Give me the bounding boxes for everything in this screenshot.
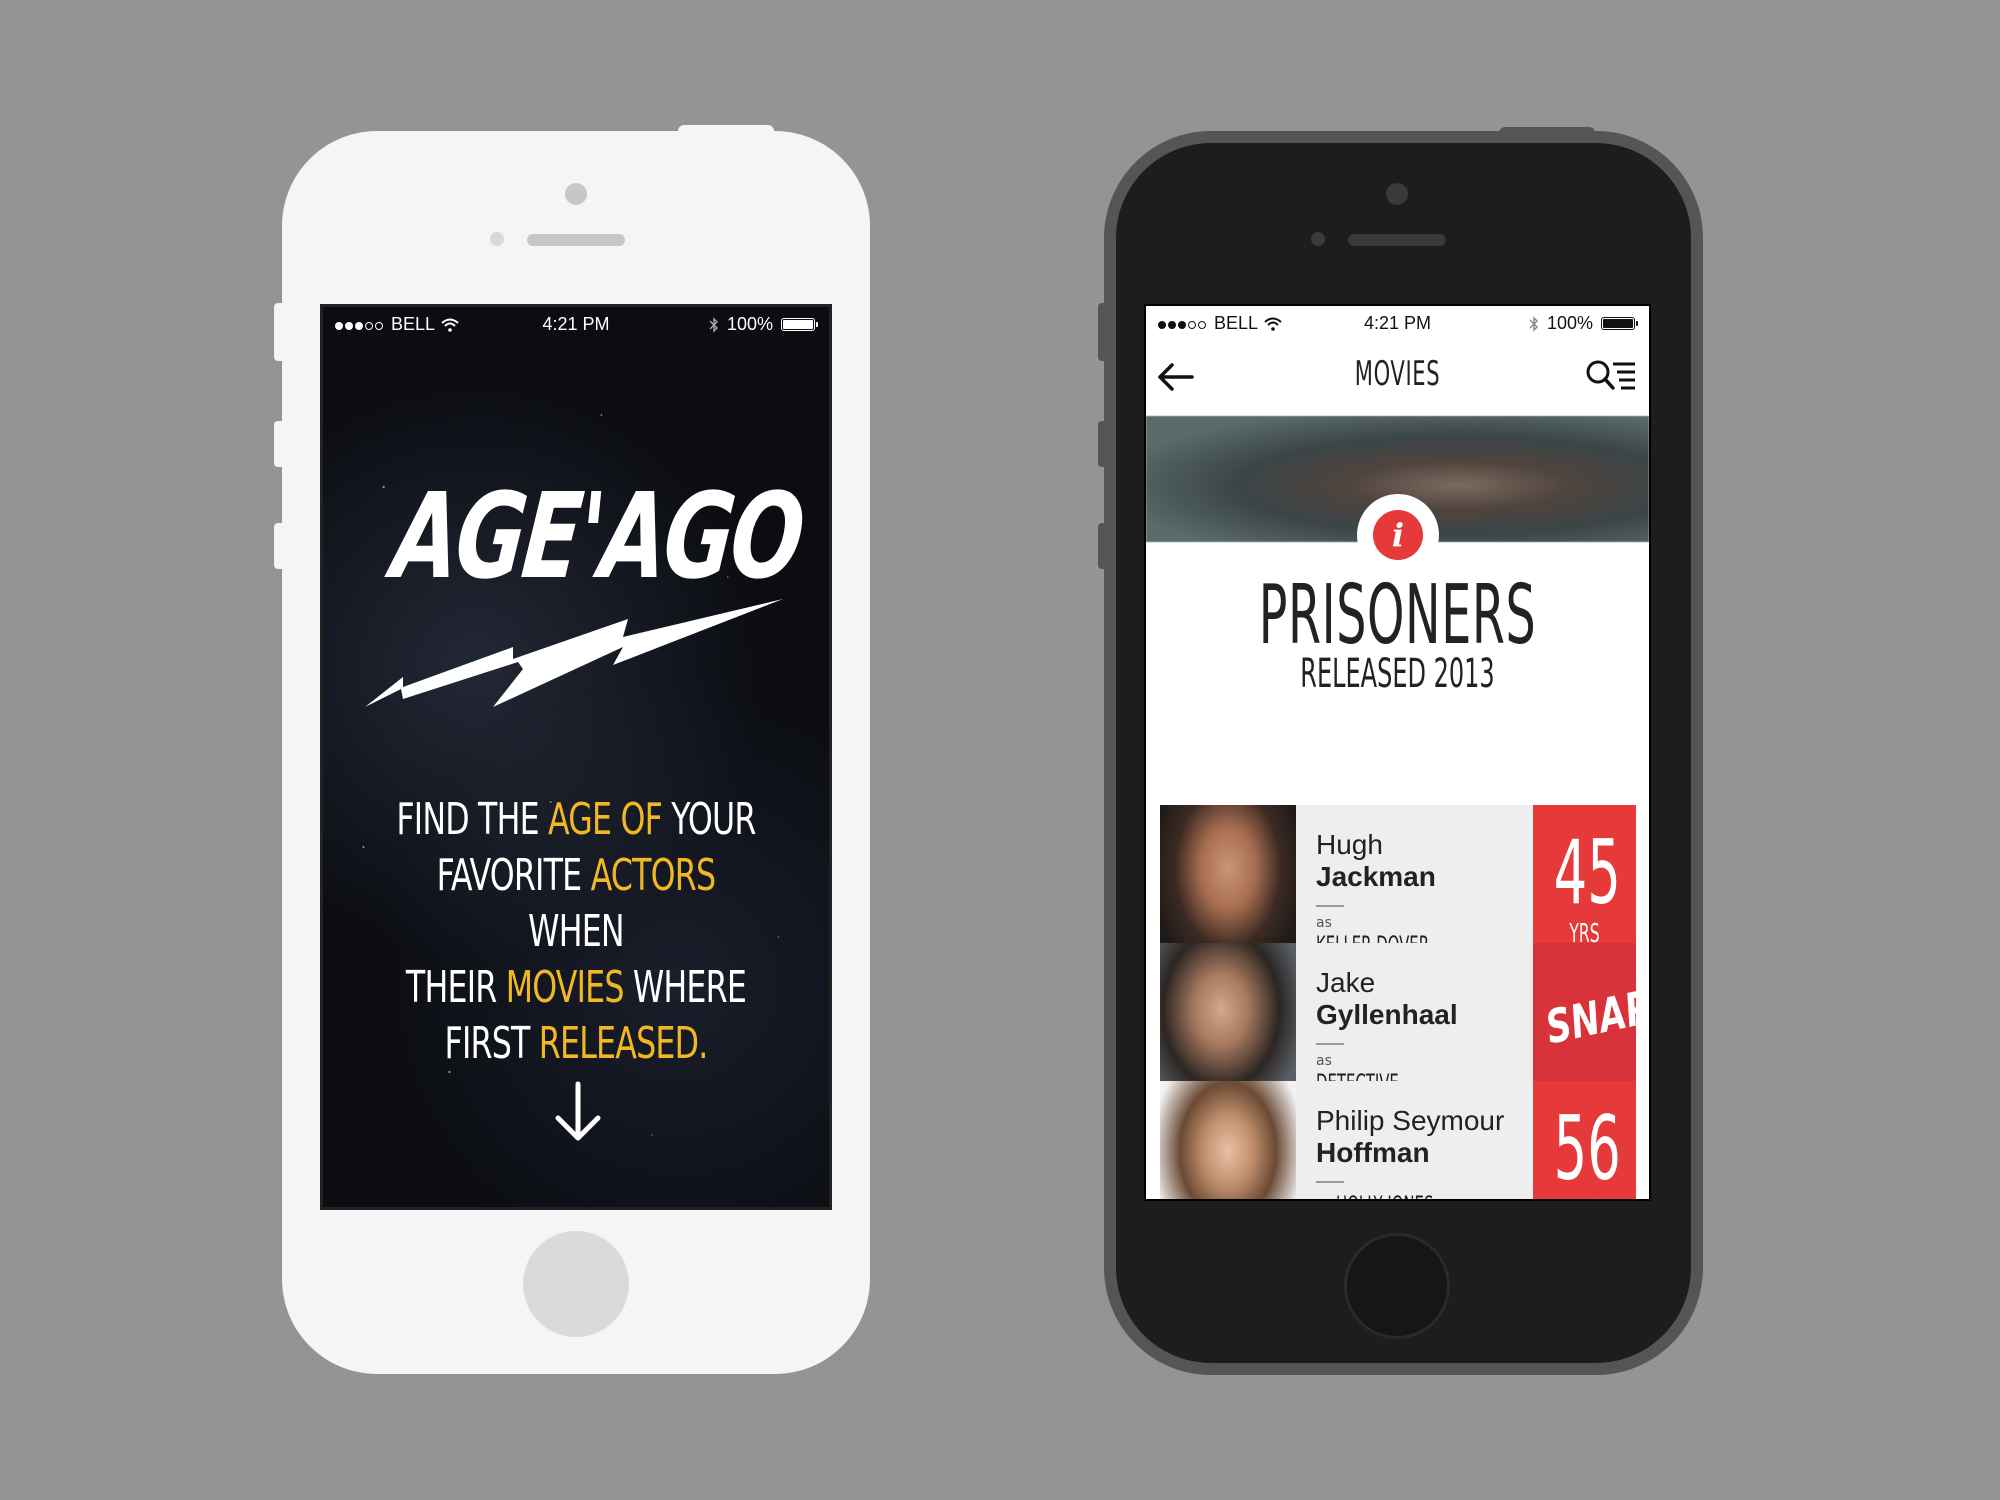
tagline-text: THEIR <box>405 962 506 1013</box>
movie-detail-screen: BELL 4:21 PM 100% MOVIES i PRISONERS REL… <box>1144 304 1651 1201</box>
battery-icon <box>781 318 818 331</box>
tagline-line: FAVORITE ACTORS WHEN <box>390 848 763 960</box>
role-prefix: as <box>1316 915 1332 931</box>
divider <box>1316 905 1344 907</box>
age-unit: YRS OLD <box>1554 1195 1616 1199</box>
tagline-highlight: MOVIES <box>505 962 625 1013</box>
volume-down-button <box>1098 523 1108 569</box>
home-button[interactable] <box>523 1231 629 1337</box>
tagline-highlight: AGE OF <box>548 794 663 845</box>
search-list-icon[interactable] <box>1585 358 1639 394</box>
power-button <box>1499 127 1595 137</box>
actor-role: as HOLLY JONES <box>1316 1191 1506 1199</box>
actor-first-name: Hugh <box>1316 829 1383 860</box>
arrow-left-icon[interactable] <box>1156 362 1196 392</box>
volume-up-button <box>1098 421 1108 467</box>
actor-row[interactable]: Philip SeymourHoffman as HOLLY JONES 56YRS… <box>1160 1081 1636 1200</box>
role-name: HOLLY JONES <box>1336 1191 1433 1199</box>
tagline-text: WHEN <box>528 906 624 957</box>
arrow-down-icon[interactable] <box>553 1080 603 1144</box>
info-icon: i <box>1373 510 1423 560</box>
snap-label: SNAP! <box>1541 976 1651 1055</box>
tagline: FIND THE AGE OF YOUR FAVORITE ACTORS WHEN… <box>390 792 763 1072</box>
battery-percent: 100% <box>726 314 773 334</box>
splash-screen: BELL 4:21 PM 100% AGE'AGO FIND THE AGE O… <box>320 304 832 1210</box>
actor-last-name: Hoffman <box>1316 1137 1430 1168</box>
info-button[interactable]: i <box>1357 494 1439 576</box>
actor-photo <box>1160 1081 1296 1199</box>
mute-switch <box>1098 303 1108 361</box>
actor-age: 45 <box>1553 821 1621 924</box>
actor-age: 56 <box>1553 1097 1621 1200</box>
tagline-text: FAVORITE <box>436 850 591 901</box>
black-phone-frame: BELL 4:21 PM 100% MOVIES i PRISONERS REL… <box>1098 127 1691 1363</box>
bluetooth-icon <box>709 316 718 333</box>
actor-info: HughJackmanas KELLER DOVER <box>1316 829 1506 959</box>
movie-title: PRISONERS <box>1258 568 1537 663</box>
tagline-highlight: RELEASED. <box>538 1018 708 1069</box>
battery-percent: 100% <box>1546 313 1593 333</box>
tagline-highlight: ACTORS <box>590 850 717 901</box>
status-bar: BELL 4:21 PM 100% <box>323 307 829 341</box>
tagline-text: WHERE <box>623 962 747 1013</box>
divider <box>1316 1181 1344 1183</box>
actor-first-name: Jake <box>1316 967 1376 998</box>
age-badge: 56YRS OLD <box>1533 1081 1636 1200</box>
status-bar: BELL 4:21 PM 100% <box>1146 306 1649 340</box>
white-phone-frame: BELL 4:21 PM 100% AGE'AGO FIND THE AGE O… <box>274 125 870 1374</box>
bluetooth-icon <box>1529 315 1538 332</box>
tagline-line: FIND THE AGE OF YOUR <box>390 792 763 848</box>
actor-last-name: Gyllenhaal <box>1316 999 1458 1030</box>
tagline-text: YOUR <box>662 794 756 845</box>
divider <box>1316 1043 1344 1045</box>
proximity-sensor <box>1311 232 1325 246</box>
front-camera <box>1386 183 1408 205</box>
tagline-line: FIRST RELEASED. <box>390 1016 763 1072</box>
tagline-text: FIND THE <box>396 794 549 845</box>
actor-last-name: Jackman <box>1316 861 1436 892</box>
earpiece-speaker <box>527 234 625 246</box>
front-camera <box>565 183 587 205</box>
app-logo: AGE'AGO <box>323 437 829 737</box>
proximity-sensor <box>490 232 504 246</box>
role-prefix: as <box>1316 1053 1332 1069</box>
home-button[interactable] <box>1344 1233 1450 1339</box>
actor-info: Philip SeymourHoffman as HOLLY JONES <box>1316 1105 1506 1199</box>
tagline-text: FIRST <box>444 1018 539 1069</box>
tagline-line: THEIR MOVIES WHERE <box>390 960 763 1016</box>
nav-title: MOVIES <box>1354 354 1441 394</box>
earpiece-speaker <box>1348 234 1446 246</box>
lightning-bolt-icon <box>365 599 783 707</box>
movie-release-year: RELEASED 2013 <box>1300 651 1495 697</box>
nav-bar: MOVIES <box>1146 340 1649 416</box>
actor-first-name: Philip Seymour <box>1316 1105 1505 1136</box>
battery-icon <box>1601 317 1638 330</box>
